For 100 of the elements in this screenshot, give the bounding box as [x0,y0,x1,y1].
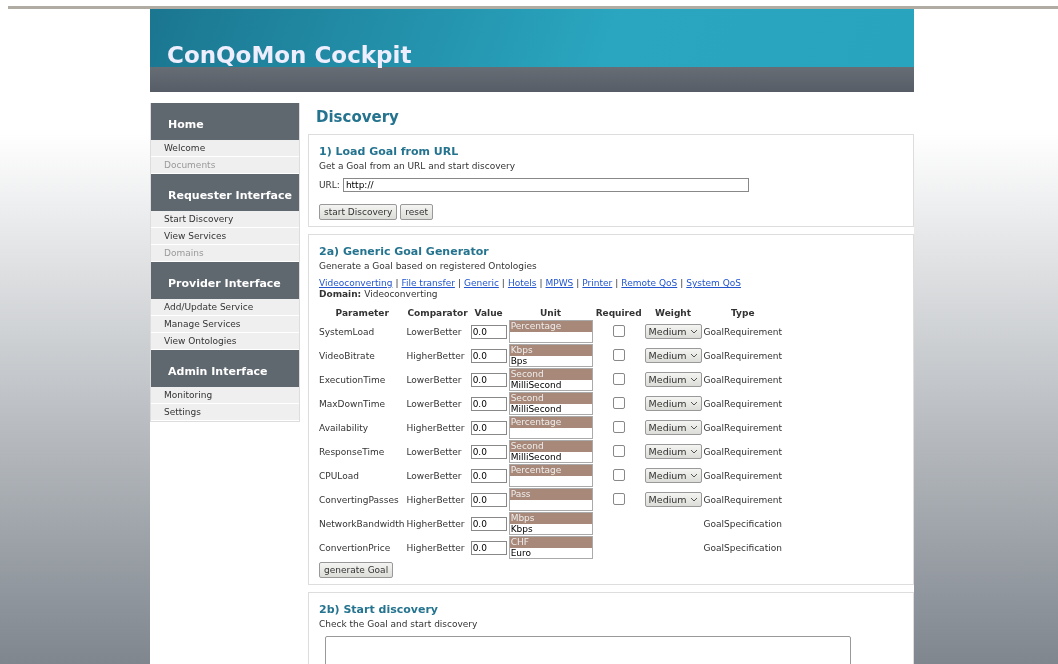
unit-option[interactable]: MilliSecond [509,452,592,462]
link-separator: | [457,278,461,289]
weight-dropdown[interactable]: Medium [644,324,702,339]
unit-listbox[interactable]: Mbps Kbps [508,512,593,535]
unit-listbox[interactable]: Second MilliSecond [508,392,593,415]
unit-option[interactable]: Kbps [509,524,592,534]
sidebar-item[interactable]: Monitoring [151,387,299,404]
required-checkbox[interactable] [612,324,625,337]
site-title: ConQoMon Cockpit [167,41,412,69]
form-button[interactable]: start Discovery [319,204,398,220]
link-separator: | [576,278,580,289]
sidebar-item[interactable]: View Ontologies [151,333,299,350]
table-cell-text: CPULoad [319,469,360,483]
column-header: Unit [507,306,594,320]
link-separator: | [615,278,619,289]
weight-dropdown[interactable]: Medium [644,372,702,387]
link-separator: | [539,278,543,289]
weight-dropdown[interactable]: Medium [644,396,702,411]
unit-listbox[interactable]: CHF Euro [508,536,593,559]
required-checkbox[interactable] [612,372,625,385]
caret-icon [689,497,698,502]
table-cell-text: LowerBetter [405,469,463,483]
sidebar-heading: Home [151,103,299,140]
table-cell-text: GoalRequirement [702,493,783,507]
section-description: Check the Goal and start discovery [319,619,479,630]
domain-link[interactable]: Remote QoS [621,278,678,289]
weight-dropdown[interactable]: Medium [644,348,702,363]
value-field[interactable]: 0.0 [470,468,507,483]
column-header: Parameter [334,307,390,320]
unit-option[interactable]: Euro [509,548,592,558]
section-title: 1) Load Goal from URL [319,145,460,159]
table-cell-text: ExecutionTime [319,373,387,387]
section-description: Get a Goal from an URL and start discovery [319,161,517,172]
unit-option[interactable]: MilliSecond [509,404,592,414]
link-separator: | [501,278,505,289]
unit-option[interactable]: Bps [509,356,592,366]
domain-link[interactable]: File transfer [401,278,455,289]
table-cell-text: GoalRequirement [702,349,783,363]
sidebar-item[interactable]: View Services [151,228,299,245]
link-separator: | [680,278,684,289]
table-cell-text: ConvertingPasses [319,493,400,507]
unit-listbox[interactable]: Second MilliSecond [508,368,593,391]
domain-label: Domain: [319,289,362,300]
value-field[interactable]: 0.0 [470,540,507,555]
caret-icon [689,401,698,406]
column-header: Comparator [406,307,469,320]
value-field[interactable]: 0.0 [470,348,507,363]
generate-goal-button[interactable]: generate Goal [319,562,394,578]
required-checkbox[interactable] [612,492,625,505]
value-field[interactable]: 0.0 [470,372,507,387]
required-checkbox[interactable] [612,444,625,457]
unit-listbox[interactable]: Kbps Bps [508,344,593,367]
domain-link[interactable]: Printer [582,278,613,289]
value-field[interactable]: 0.0 [470,516,507,531]
value-field[interactable]: 0.0 [470,492,507,507]
sidebar-heading: Requester Interface [151,174,299,211]
table-cell-text: HigherBetter [405,517,466,531]
caret-icon [689,329,698,334]
domain-link[interactable]: MPWS [545,278,574,289]
sidebar-item[interactable]: Add/Update Service [151,299,299,316]
table-cell-text: GoalSpecification [702,517,783,531]
sidebar-item[interactable]: Start Discovery [151,211,299,228]
table-cell-text: SystemLoad [319,325,376,339]
sidebar-item[interactable]: Welcome [151,140,299,157]
table-cell-text: HigherBetter [405,493,466,507]
required-checkbox[interactable] [612,420,625,433]
table-cell-text: ConvertionPrice [319,541,392,555]
url-field[interactable]: http:// [342,178,749,192]
domain-link[interactable]: System QoS [686,278,741,289]
value-field[interactable]: 0.0 [470,396,507,411]
domain-link[interactable]: Generic [463,278,499,289]
required-checkbox[interactable] [612,348,625,361]
value-field[interactable]: 0.0 [470,324,507,339]
caret-icon [689,377,698,382]
weight-dropdown[interactable]: Medium [644,420,702,435]
weight-dropdown[interactable]: Medium [644,492,702,507]
table-cell-text: GoalRequirement [702,325,783,339]
url-label: URL: [319,180,340,190]
form-button[interactable]: reset [400,204,434,220]
section-title: 2b) Start discovery [319,603,439,617]
required-checkbox[interactable] [612,468,625,481]
caret-icon [689,425,698,430]
column-header: Type [730,307,756,320]
unit-option[interactable]: MilliSecond [509,380,592,390]
sidebar-item[interactable]: Settings [151,404,299,421]
table-cell-text: Availability [319,421,370,435]
table-cell-text: GoalRequirement [702,421,783,435]
section-title: 2a) Generic Goal Generator [319,245,490,259]
sidebar-item[interactable]: Manage Services [151,316,299,333]
sidebar-heading: Admin Interface [151,350,299,387]
domain-link[interactable]: Videoconverting [319,278,393,289]
weight-dropdown[interactable]: Medium [644,444,702,459]
table-cell-text: LowerBetter [405,373,463,387]
unit-listbox[interactable]: Second MilliSecond [508,440,593,463]
value-field[interactable]: 0.0 [470,420,507,435]
required-checkbox[interactable] [612,396,625,409]
caret-icon [689,449,698,454]
value-field[interactable]: 0.0 [470,444,507,459]
domain-link[interactable]: Hotels [507,278,537,289]
weight-dropdown[interactable]: Medium [644,468,702,483]
